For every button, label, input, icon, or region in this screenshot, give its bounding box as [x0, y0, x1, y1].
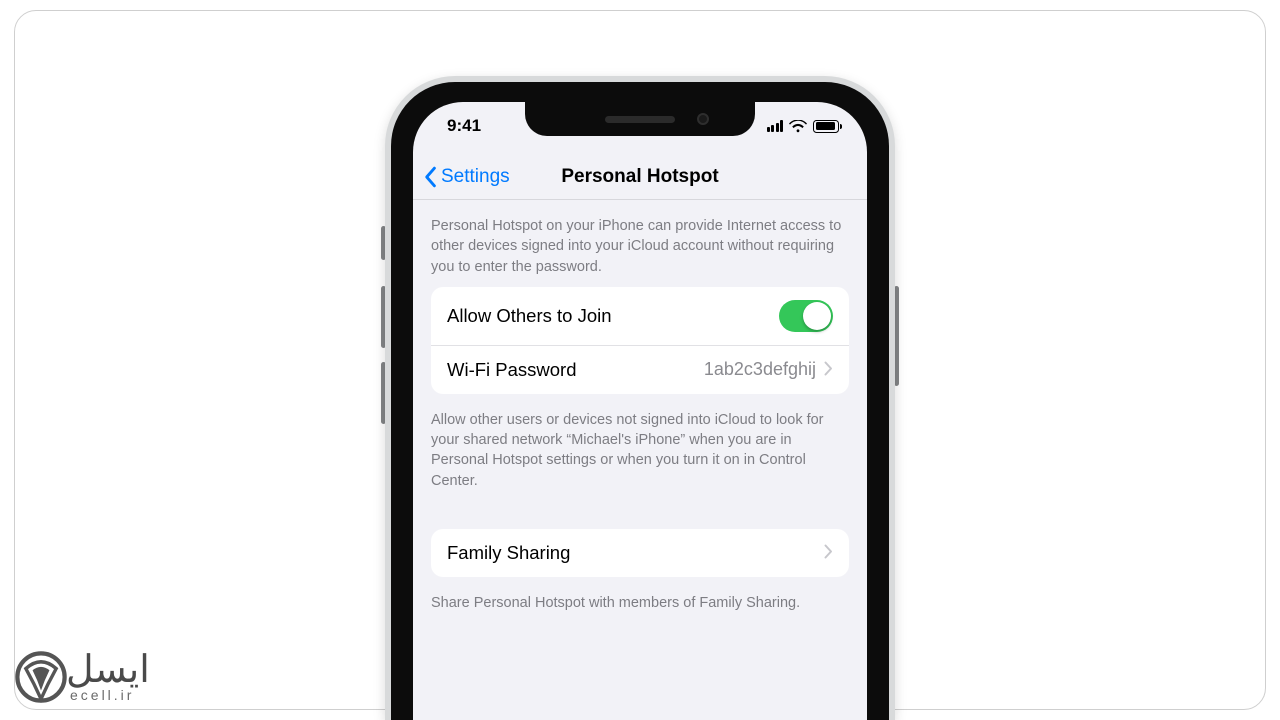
cellular-icon	[767, 120, 784, 132]
chevron-right-icon	[824, 359, 833, 381]
family-sharing-desc: Share Personal Hotspot with members of F…	[413, 587, 867, 623]
allow-others-cell[interactable]: Allow Others to Join	[431, 287, 849, 345]
chevron-right-icon	[824, 542, 833, 564]
wifi-icon	[789, 120, 807, 133]
iphone-device: 9:41 Settings	[385, 76, 895, 720]
family-group: Family Sharing	[431, 529, 849, 577]
navbar: Settings Personal Hotspot	[413, 154, 867, 200]
back-label: Settings	[441, 166, 510, 188]
hotspot-group: Allow Others to Join Wi-Fi Password 1ab2…	[431, 287, 849, 394]
chevron-left-icon	[423, 166, 437, 188]
settings-content[interactable]: Personal Hotspot on your iPhone can prov…	[413, 200, 867, 720]
family-sharing-cell[interactable]: Family Sharing	[431, 529, 849, 577]
family-sharing-label: Family Sharing	[447, 542, 570, 564]
page-title: Personal Hotspot	[561, 166, 718, 188]
back-button[interactable]: Settings	[423, 166, 510, 188]
status-time: 9:41	[447, 116, 481, 136]
allow-others-label: Allow Others to Join	[447, 305, 612, 327]
wifi-password-cell[interactable]: Wi-Fi Password 1ab2c3defghij	[431, 345, 849, 394]
allow-others-desc: Allow other users or devices not signed …	[413, 404, 867, 501]
notch	[525, 102, 755, 136]
battery-icon	[813, 120, 839, 133]
status-icons	[767, 120, 840, 133]
allow-others-toggle[interactable]	[779, 300, 833, 332]
intro-text: Personal Hotspot on your iPhone can prov…	[413, 210, 867, 287]
wifi-password-value: 1ab2c3defghij	[704, 359, 816, 380]
wifi-password-label: Wi-Fi Password	[447, 359, 577, 381]
phone-screen: 9:41 Settings	[413, 102, 867, 720]
